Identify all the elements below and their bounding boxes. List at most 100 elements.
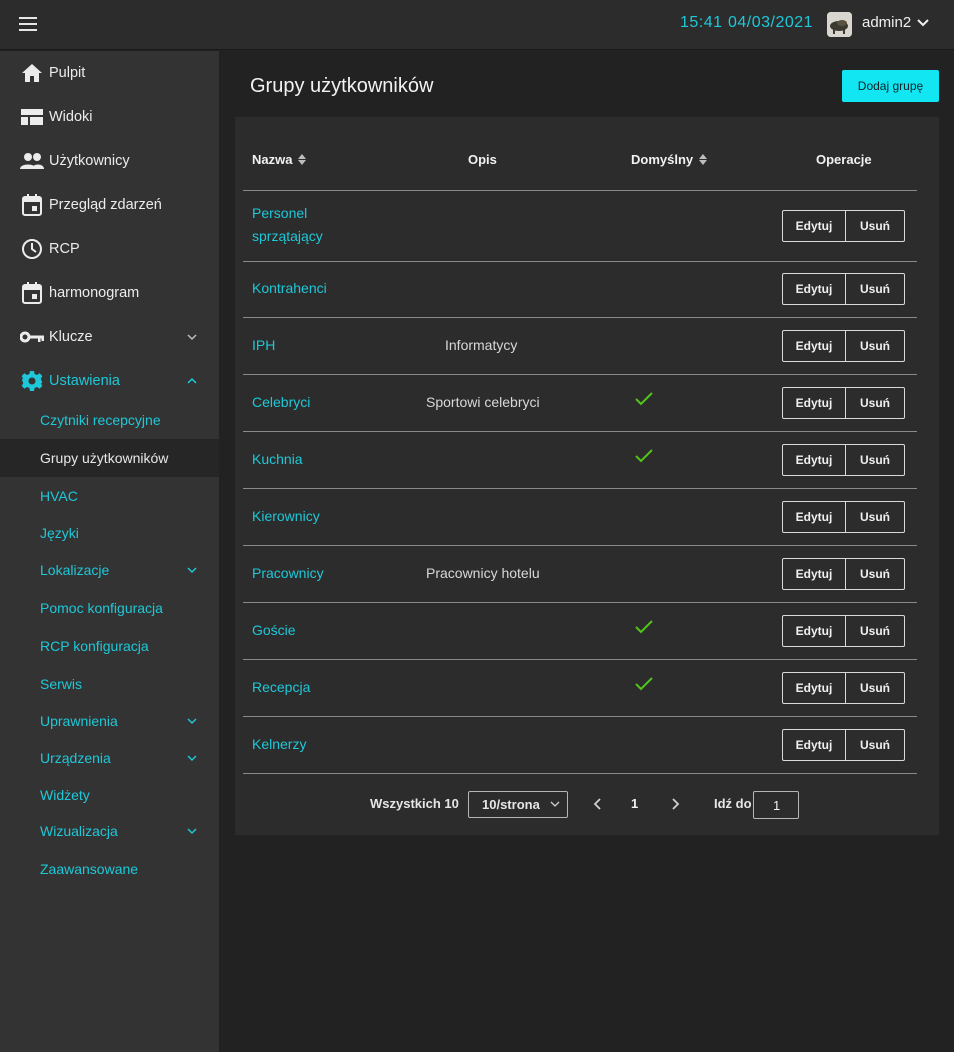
sidebar-item-harmonogram[interactable]: harmonogram: [0, 271, 219, 315]
chevron-right-icon[interactable]: [669, 797, 681, 811]
chevron-down-icon: [187, 828, 197, 835]
row-actions: Edytuj Usuń: [782, 501, 905, 533]
chevron-down-icon: [187, 755, 197, 762]
edit-button[interactable]: Edytuj: [782, 501, 846, 533]
chevron-down-icon: [550, 801, 560, 807]
row-actions: Edytuj Usuń: [782, 387, 905, 419]
sidebar-subitem-wizualizacja[interactable]: Wizualizacja: [0, 812, 219, 850]
user-menu[interactable]: admin2: [862, 14, 929, 31]
sidebar-subitem-rcp-konfiguracja[interactable]: RCP konfiguracja: [0, 627, 219, 665]
avatar[interactable]: [827, 12, 852, 37]
column-header-default[interactable]: Domyślny: [631, 152, 708, 167]
sidebar-item-widoki[interactable]: Widoki: [0, 95, 219, 139]
delete-button[interactable]: Usuń: [846, 210, 905, 242]
sidebar-subitem-urzadzenia[interactable]: Urządzenia: [0, 739, 219, 777]
sidebar-item-ustawienia[interactable]: Ustawienia: [0, 359, 219, 403]
sidebar-item-label: Ustawienia: [49, 373, 120, 389]
users-icon: [20, 149, 44, 173]
edit-button[interactable]: Edytuj: [782, 210, 846, 242]
row-divider: [243, 602, 917, 603]
page-size-select[interactable]: 10/strona: [468, 791, 568, 818]
group-name-link[interactable]: Pracownicy: [252, 562, 362, 585]
group-name-link[interactable]: Kuchnia: [252, 448, 362, 471]
sidebar-subitem-widzety[interactable]: Widżety: [0, 776, 219, 814]
group-name-link[interactable]: IPH: [252, 334, 362, 357]
clock-icon: [20, 237, 44, 261]
column-header-name[interactable]: Nazwa: [252, 152, 307, 167]
delete-button[interactable]: Usuń: [846, 672, 905, 704]
sidebar-subitem-label: Urządzenia: [40, 750, 111, 766]
row-divider: [243, 488, 917, 489]
row-actions: Edytuj Usuń: [782, 672, 905, 704]
edit-button[interactable]: Edytuj: [782, 444, 846, 476]
chevron-left-icon[interactable]: [592, 797, 604, 811]
sidebar-subitem-serwis[interactable]: Serwis: [0, 665, 219, 703]
menu-icon[interactable]: [19, 17, 37, 31]
sidebar-item-label: RCP: [49, 241, 80, 257]
delete-button[interactable]: Usuń: [846, 273, 905, 305]
edit-button[interactable]: Edytuj: [782, 729, 846, 761]
group-name-link[interactable]: Celebryci: [252, 391, 362, 414]
sidebar-subitem-jezyki[interactable]: Języki: [0, 514, 219, 552]
sidebar-subitem-uprawnienia[interactable]: Uprawnienia: [0, 702, 219, 740]
delete-button[interactable]: Usuń: [846, 729, 905, 761]
gear-icon: [20, 369, 44, 393]
clock-time: 15:41: [680, 14, 723, 31]
sidebar-item-uzytkownicy[interactable]: Użytkownicy: [0, 139, 219, 183]
sidebar-subitem-lokalizacje[interactable]: Lokalizacje: [0, 551, 219, 589]
pagination-page-current[interactable]: 1: [631, 796, 638, 811]
sidebar-item-pulpit[interactable]: Pulpit: [0, 51, 219, 95]
sidebar: Pulpit Widoki Użytkownicy Przegląd zdarz…: [0, 51, 219, 1052]
sidebar-subitem-pomoc[interactable]: Pomoc konfiguracja: [0, 589, 219, 627]
row-divider: [243, 261, 917, 262]
edit-button[interactable]: Edytuj: [782, 672, 846, 704]
goto-page-input[interactable]: [753, 791, 799, 819]
row-divider: [243, 659, 917, 660]
row-actions: Edytuj Usuń: [782, 210, 905, 242]
delete-button[interactable]: Usuń: [846, 615, 905, 647]
sidebar-item-rcp[interactable]: RCP: [0, 227, 219, 271]
sidebar-subitem-grupy[interactable]: Grupy użytkowników: [0, 439, 219, 477]
sidebar-item-przeglad-zdarzen[interactable]: Przegląd zdarzeń: [0, 183, 219, 227]
sidebar-subitem-zaawansowane[interactable]: Zaawansowane: [0, 850, 219, 888]
delete-button[interactable]: Usuń: [846, 558, 905, 590]
delete-button[interactable]: Usuń: [846, 387, 905, 419]
sidebar-subitem-label: RCP konfiguracja: [40, 638, 149, 654]
edit-button[interactable]: Edytuj: [782, 330, 846, 362]
group-name-link[interactable]: Recepcja: [252, 676, 362, 699]
group-name-link[interactable]: Kelnerzy: [252, 733, 362, 756]
group-description: Sportowi celebryci: [426, 394, 540, 410]
edit-button[interactable]: Edytuj: [782, 273, 846, 305]
row-actions: Edytuj Usuń: [782, 615, 905, 647]
delete-button[interactable]: Usuń: [846, 501, 905, 533]
delete-button[interactable]: Usuń: [846, 444, 905, 476]
group-description: Pracownicy hotelu: [426, 565, 540, 581]
group-name-link[interactable]: Goście: [252, 619, 362, 642]
sidebar-subitem-label: Języki: [40, 525, 79, 541]
row-divider: [243, 773, 917, 774]
key-icon: [20, 325, 44, 349]
row-divider: [243, 374, 917, 375]
group-name-link[interactable]: Kontrahenci: [252, 277, 362, 300]
sidebar-subitem-hvac[interactable]: HVAC: [0, 477, 219, 515]
group-name-link[interactable]: Kierownicy: [252, 505, 362, 528]
sidebar-subitem-label: Serwis: [40, 676, 83, 692]
group-name-link[interactable]: Personel sprzątający: [252, 202, 362, 248]
sidebar-subitem-label: HVAC: [40, 488, 78, 504]
sidebar-subitem-label: Grupy użytkowników: [40, 450, 169, 466]
row-divider: [243, 317, 917, 318]
chevron-up-icon: [187, 377, 197, 384]
chevron-down-icon: [187, 718, 197, 725]
delete-button[interactable]: Usuń: [846, 330, 905, 362]
edit-button[interactable]: Edytuj: [782, 558, 846, 590]
view-icon: [20, 105, 44, 129]
sidebar-subitem-label: Lokalizacje: [40, 562, 110, 578]
column-header-label: Nazwa: [252, 152, 293, 167]
sidebar-subitem-czytniki[interactable]: Czytniki recepcyjne: [0, 401, 219, 439]
sidebar-subitem-label: Wizualizacja: [40, 823, 118, 839]
add-group-button[interactable]: Dodaj grupę: [842, 70, 939, 102]
sidebar-item-klucze[interactable]: Klucze: [0, 315, 219, 359]
sort-icon: [699, 154, 708, 165]
edit-button[interactable]: Edytuj: [782, 615, 846, 647]
edit-button[interactable]: Edytuj: [782, 387, 846, 419]
